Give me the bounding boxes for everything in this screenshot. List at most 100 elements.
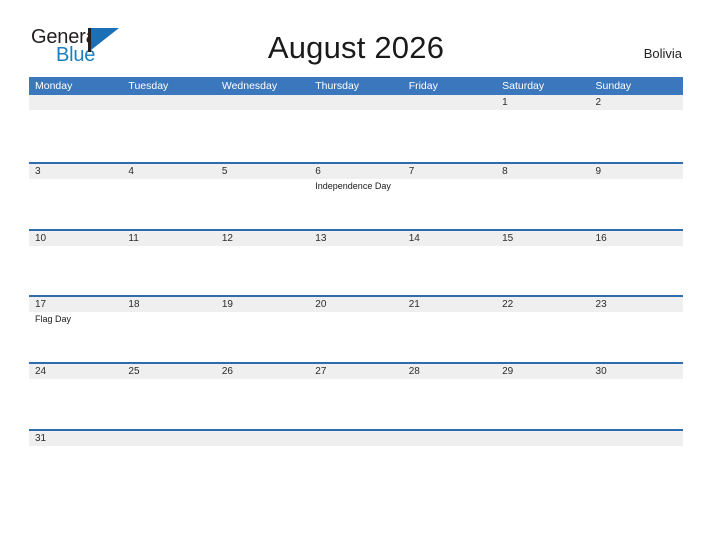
day-number-band [29, 95, 123, 110]
calendar-day-cell[interactable]: 27 [309, 364, 403, 429]
calendar-day-cell[interactable]: 13 [309, 230, 403, 296]
day-number: 20 [315, 299, 327, 311]
day-number-band [215, 95, 310, 110]
calendar-day-cell[interactable]: 5 [215, 163, 310, 229]
day-number: 13 [315, 232, 327, 244]
day-number: 6 [315, 165, 321, 177]
weekday-header-saturday: Saturday [502, 80, 545, 92]
calendar-day-cell[interactable]: 19 [215, 297, 310, 363]
calendar-day-cell[interactable]: 1 [496, 95, 590, 162]
calendar-day-cell-empty [496, 430, 590, 496]
day-number: 25 [128, 366, 140, 378]
day-number-band [496, 163, 590, 179]
calendar-day-cell[interactable]: 31 [29, 430, 123, 496]
calendar-day-cell[interactable]: 6 Independence Day [309, 163, 403, 229]
day-number: 17 [35, 299, 47, 311]
day-number: 24 [35, 366, 47, 378]
day-number: 10 [35, 232, 47, 244]
holiday-label: Flag Day [35, 314, 72, 325]
country-label: Bolivia [643, 46, 682, 61]
calendar-week-row: 10 11 12 13 14 15 16 [29, 228, 683, 296]
calendar-day-cell[interactable]: 8 [496, 163, 590, 229]
calendar-page: General Blue August 2026 Bolivia Monday … [0, 0, 712, 550]
calendar-weeks: 1 2 3 4 5 6 Independence Day 7 8 9 10 11 12 13 14 15 16 1… [29, 95, 683, 496]
day-number-band [402, 95, 497, 110]
day-number: 19 [221, 299, 233, 311]
day-number: 12 [221, 232, 233, 244]
calendar-day-cell[interactable]: 21 [402, 297, 497, 363]
calendar-day-cell[interactable]: 26 [215, 364, 310, 429]
calendar-day-cell[interactable]: 14 [402, 230, 497, 296]
day-number: 22 [502, 299, 514, 311]
calendar-day-cell-empty [122, 430, 216, 496]
day-number: 27 [315, 366, 327, 378]
day-number-band [29, 163, 123, 179]
day-number-band [122, 163, 216, 179]
calendar-day-cell[interactable]: 3 [29, 163, 123, 229]
calendar-week-row: 3 4 5 6 Independence Day 7 8 9 [29, 161, 683, 229]
day-number: 7 [408, 165, 415, 177]
calendar-day-cell[interactable]: 11 [122, 230, 216, 296]
day-number: 26 [221, 366, 233, 378]
weekday-header-wednesday: Wednesday [221, 80, 278, 92]
day-number: 5 [221, 165, 228, 177]
day-events: Independence Day [315, 180, 399, 192]
day-number-band [496, 430, 590, 446]
calendar-day-cell-empty [122, 95, 216, 162]
day-number: 2 [595, 97, 602, 108]
calendar-day-cell[interactable]: 12 [215, 230, 310, 296]
calendar-day-cell[interactable]: 22 [496, 297, 590, 363]
calendar-day-cell-empty [309, 430, 403, 496]
day-number-band [589, 430, 683, 446]
calendar-day-cell-empty [309, 95, 403, 162]
day-number: 30 [595, 366, 607, 378]
weekday-header-tuesday: Tuesday [128, 80, 169, 92]
calendar-day-cell[interactable]: 25 [122, 364, 216, 429]
calendar-day-cell[interactable]: 18 [122, 297, 216, 363]
calendar-day-cell[interactable]: 7 [402, 163, 497, 229]
day-number: 16 [595, 232, 607, 244]
calendar-day-cell[interactable]: 20 [309, 297, 403, 363]
weekday-header-sunday: Sunday [595, 80, 632, 92]
day-events: Flag Day [35, 313, 119, 325]
day-number-band [215, 163, 310, 179]
calendar-day-cell[interactable]: 10 [29, 230, 123, 296]
calendar-day-cell-empty [589, 430, 683, 496]
weekday-header-friday: Friday [408, 80, 438, 92]
calendar-day-cell[interactable]: 30 [589, 364, 683, 429]
day-number: 9 [595, 165, 602, 177]
calendar-day-cell[interactable]: 2 [589, 95, 683, 162]
calendar-day-cell[interactable]: 28 [402, 364, 497, 429]
page-title: August 2026 [267, 30, 445, 65]
day-number-band [496, 95, 590, 110]
day-number-band [122, 95, 216, 110]
calendar-day-cell[interactable]: 24 [29, 364, 123, 429]
calendar-day-cell[interactable]: 16 [589, 230, 683, 296]
calendar-day-cell[interactable]: 23 [589, 297, 683, 363]
day-number: 21 [408, 299, 420, 311]
day-number-band [402, 430, 497, 446]
day-number: 1 [502, 97, 508, 108]
weekday-header-monday: Monday [35, 80, 73, 92]
calendar-day-cell-empty [402, 430, 497, 496]
day-number: 29 [502, 366, 514, 378]
day-number-band [589, 163, 683, 179]
day-number: 15 [502, 232, 514, 244]
weekday-header-row: Monday Tuesday Wednesday Thursday Friday… [29, 77, 683, 95]
calendar-day-cell[interactable]: 4 [122, 163, 216, 229]
calendar-week-row: 17 Flag Day 18 19 20 21 22 23 [29, 295, 683, 363]
calendar-day-cell[interactable]: 15 [496, 230, 590, 296]
day-number: 31 [35, 432, 47, 444]
day-number-band [402, 163, 497, 179]
calendar-day-cell[interactable]: 29 [496, 364, 590, 429]
day-number-band [309, 95, 403, 110]
calendar-day-cell-empty [215, 430, 310, 496]
calendar-day-cell[interactable]: 17 Flag Day [29, 297, 123, 363]
calendar-day-cell-empty [215, 95, 310, 162]
calendar-day-cell[interactable]: 9 [589, 163, 683, 229]
day-number: 23 [595, 299, 607, 311]
day-number: 8 [502, 165, 508, 177]
calendar-grid: Monday Tuesday Wednesday Thursday Friday… [29, 77, 683, 496]
day-number-band [589, 95, 683, 110]
day-number: 28 [408, 366, 420, 378]
